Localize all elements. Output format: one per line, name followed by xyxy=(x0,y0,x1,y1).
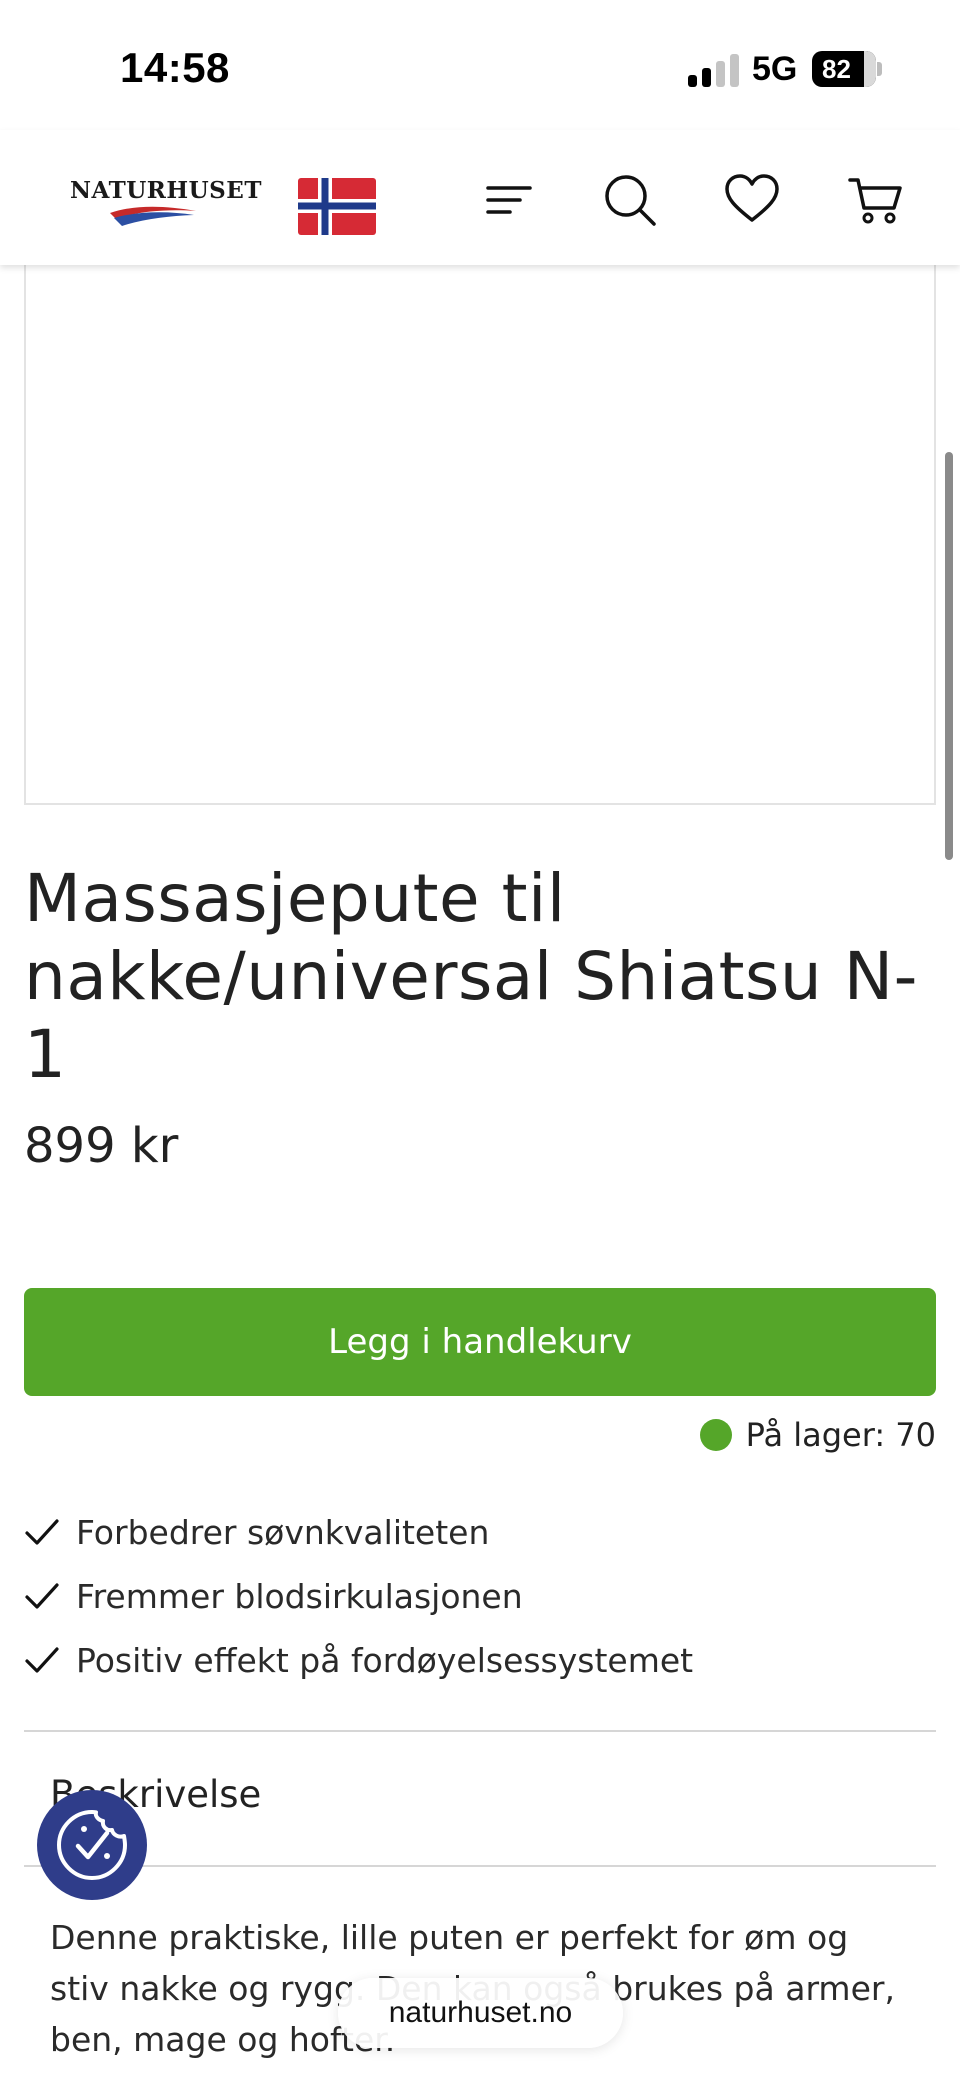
naturhuset-logo[interactable]: NATURHUSET xyxy=(70,177,262,237)
check-icon xyxy=(25,1647,59,1673)
heart-icon[interactable] xyxy=(722,170,782,230)
search-icon[interactable] xyxy=(600,170,660,230)
feature-text: Positiv effekt på fordøyelsessystemet xyxy=(76,1640,694,1680)
network-label: 5G xyxy=(752,50,798,88)
signal-icon xyxy=(688,53,740,87)
site-header: NATURHUSET xyxy=(0,130,960,265)
feature-list: Forbedrer søvnkvaliteten Fremmer blodsir… xyxy=(24,1500,693,1692)
divider xyxy=(24,1865,936,1867)
stock-label: På lager: 70 xyxy=(745,1416,936,1454)
check-icon xyxy=(25,1519,59,1545)
in-stock-dot-icon xyxy=(699,1419,732,1451)
cookie-check-icon xyxy=(57,1810,127,1880)
battery-tip xyxy=(877,62,882,76)
battery-level: 82 xyxy=(822,54,851,84)
feature-item: Positiv effekt på fordøyelsessystemet xyxy=(24,1628,693,1692)
divider xyxy=(24,1730,936,1732)
feature-text: Forbedrer søvnkvaliteten xyxy=(76,1512,490,1552)
stock-status: På lager: 70 xyxy=(699,1415,936,1455)
logo-text: NATURHUSET xyxy=(70,177,262,204)
cart-icon[interactable] xyxy=(846,170,906,230)
cookie-settings-button[interactable] xyxy=(37,1790,147,1900)
feature-item: Fremmer blodsirkulasjonen xyxy=(24,1564,693,1628)
product-price: 899 kr xyxy=(24,1118,179,1174)
feature-text: Fremmer blodsirkulasjonen xyxy=(76,1576,523,1616)
feature-item: Forbedrer søvnkvaliteten xyxy=(24,1500,693,1564)
check-icon xyxy=(25,1583,59,1609)
menu-icon[interactable] xyxy=(478,170,538,230)
product-image[interactable] xyxy=(24,240,936,805)
product-title: Massasjepute til nakke/universal Shiatsu… xyxy=(24,860,918,1093)
scrollbar[interactable] xyxy=(945,452,953,860)
battery-icon: 82 xyxy=(812,51,876,87)
norway-flag-icon[interactable] xyxy=(298,178,376,235)
add-to-cart-button[interactable]: Legg i handlekurv xyxy=(24,1288,936,1396)
browser-url-bar[interactable]: naturhuset.no xyxy=(338,1978,623,2048)
status-time: 14:58 xyxy=(120,44,230,91)
status-bar: 14:58 5G 82 xyxy=(0,0,960,130)
